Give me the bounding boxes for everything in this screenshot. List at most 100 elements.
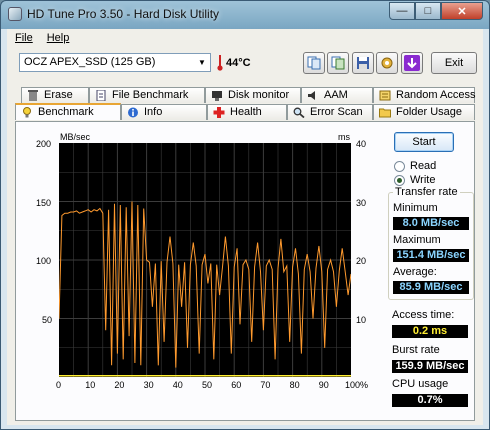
tab-label: Disk monitor bbox=[228, 89, 290, 101]
options-button[interactable] bbox=[376, 52, 398, 74]
tab-erase[interactable]: Erase bbox=[21, 87, 89, 103]
close-button[interactable]: ✕ bbox=[441, 2, 483, 20]
window-controls: — □ ✕ bbox=[389, 2, 483, 20]
copy-image-icon bbox=[331, 56, 345, 70]
copy-icon bbox=[307, 56, 321, 70]
info-icon bbox=[128, 107, 138, 118]
benchmark-panel: MB/sec ms 200 150 100 50 40 30 20 10 0 10… bbox=[15, 121, 475, 421]
tab-label: AAM bbox=[324, 89, 348, 101]
minimum-label: Minimum bbox=[393, 202, 438, 214]
maximum-value: 151.4 MB/sec bbox=[393, 249, 469, 262]
menu-file[interactable]: File bbox=[15, 32, 33, 47]
x-tick-label: 90 bbox=[318, 380, 329, 390]
copy-screenshot-button[interactable] bbox=[327, 52, 349, 74]
start-button[interactable]: Start bbox=[394, 132, 454, 152]
health-cross-icon bbox=[213, 107, 225, 118]
x-tick-label: 10 bbox=[85, 380, 96, 390]
tab-label: Folder Usage bbox=[396, 106, 463, 118]
maximum-label: Maximum bbox=[393, 234, 441, 246]
tab-random-access[interactable]: Random Access bbox=[373, 87, 475, 103]
tab-strip: Erase File Benchmark Disk monitor AAM Ra… bbox=[15, 87, 475, 121]
random-access-icon bbox=[379, 90, 391, 101]
tab-folder-usage[interactable]: Folder Usage bbox=[373, 104, 475, 120]
magnifier-icon bbox=[293, 107, 305, 118]
transfer-rate-group: Transfer rate Minimum 8.0 MB/sec Maximum… bbox=[388, 186, 474, 300]
y-tick-label: 100 bbox=[36, 256, 52, 266]
save-button[interactable] bbox=[352, 52, 374, 74]
menu-help[interactable]: Help bbox=[47, 32, 70, 47]
minimum-value: 8.0 MB/sec bbox=[393, 217, 469, 230]
tab-file-benchmark[interactable]: File Benchmark bbox=[89, 87, 205, 103]
tab-label: Random Access bbox=[396, 89, 476, 101]
app-window: HD Tune Pro 3.50 - Hard Disk Utility — □… bbox=[0, 0, 490, 430]
tab-aam[interactable]: AAM bbox=[301, 87, 373, 103]
y2-axis-title: ms bbox=[338, 132, 350, 142]
wrench-icon bbox=[381, 57, 393, 69]
read-radio-dot[interactable] bbox=[394, 161, 405, 172]
x-tick-label: 50 bbox=[202, 380, 213, 390]
toolbar: OCZ APEX_SSD (125 GB) ▼ 44°C Exit bbox=[7, 49, 483, 77]
trash-icon bbox=[28, 90, 38, 101]
monitor-icon bbox=[212, 91, 222, 101]
lightbulb-icon bbox=[23, 107, 31, 118]
tab-label: Erase bbox=[44, 89, 73, 101]
tab-health[interactable]: Health bbox=[207, 104, 287, 120]
read-radio[interactable]: Read bbox=[394, 160, 474, 173]
x-tick-label: 20 bbox=[114, 380, 125, 390]
y2-tick-label: 40 bbox=[356, 139, 367, 149]
tab-label: Health bbox=[230, 106, 262, 118]
minimize-button[interactable]: — bbox=[389, 2, 415, 20]
tab-info[interactable]: Info bbox=[121, 104, 207, 120]
tab-benchmark[interactable]: Benchmark bbox=[15, 103, 121, 120]
results-column: Start Read Write Transfer rate Minimum 8… bbox=[388, 122, 474, 422]
tab-label: Error Scan bbox=[310, 106, 363, 118]
client-area: File Help OCZ APEX_SSD (125 GB) ▼ 44°C E… bbox=[7, 29, 483, 425]
y-tick-label: 150 bbox=[36, 198, 52, 208]
x-tick-label: 0 bbox=[56, 380, 62, 390]
y2-tick-label: 20 bbox=[356, 256, 367, 266]
chart-svg bbox=[58, 143, 352, 377]
x-tick-label: 40 bbox=[172, 380, 183, 390]
update-button[interactable] bbox=[401, 52, 423, 74]
copy-text-button[interactable] bbox=[303, 52, 325, 74]
window-title: HD Tune Pro 3.50 - Hard Disk Utility bbox=[27, 7, 220, 21]
x-tick-label: 80 bbox=[289, 380, 300, 390]
y-axis-title: MB/sec bbox=[60, 132, 91, 142]
x-tick-label: 60 bbox=[231, 380, 242, 390]
menu-bar: File Help bbox=[7, 29, 483, 47]
tab-label: Info bbox=[144, 106, 163, 118]
y-tick-label: 200 bbox=[36, 139, 52, 149]
speaker-icon bbox=[308, 91, 315, 100]
y2-tick-label: 10 bbox=[356, 315, 367, 325]
y2-tick-label: 30 bbox=[356, 198, 367, 208]
thermometer-icon bbox=[217, 55, 223, 71]
title-bar[interactable]: HD Tune Pro 3.50 - Hard Disk Utility — □… bbox=[1, 1, 489, 29]
maximize-button[interactable]: □ bbox=[415, 2, 441, 20]
drive-select-value: OCZ APEX_SSD (125 GB) bbox=[24, 56, 156, 68]
access-time-label: Access time: bbox=[392, 309, 455, 321]
x-tick-label: 30 bbox=[143, 380, 154, 390]
tab-error-scan[interactable]: Error Scan bbox=[287, 104, 373, 120]
burst-rate-label: Burst rate bbox=[392, 344, 440, 356]
chevron-down-icon[interactable]: ▼ bbox=[196, 56, 208, 69]
tab-label: File Benchmark bbox=[112, 89, 189, 101]
read-radio-label: Read bbox=[410, 160, 437, 172]
x-tick-label: 70 bbox=[260, 380, 271, 390]
document-icon bbox=[96, 90, 106, 101]
tab-disk-monitor[interactable]: Disk monitor bbox=[205, 87, 301, 103]
average-value: 85.9 MB/sec bbox=[393, 281, 469, 294]
floppy-disk-icon bbox=[357, 57, 369, 69]
exit-button[interactable]: Exit bbox=[431, 52, 477, 74]
burst-rate-value: 159.9 MB/sec bbox=[392, 360, 468, 373]
folder-icon bbox=[379, 108, 391, 118]
cpu-usage-value: 0.7% bbox=[392, 394, 468, 407]
download-arrow-icon bbox=[404, 55, 420, 71]
tab-label: Benchmark bbox=[38, 106, 94, 118]
y-tick-label: 50 bbox=[42, 315, 53, 325]
drive-select[interactable]: OCZ APEX_SSD (125 GB) ▼ bbox=[19, 53, 211, 72]
transfer-chart bbox=[58, 143, 352, 377]
access-time-value: 0.2 ms bbox=[392, 325, 468, 338]
write-radio-dot[interactable] bbox=[394, 175, 405, 186]
app-icon bbox=[8, 7, 22, 21]
transfer-rate-title: Transfer rate bbox=[393, 186, 460, 198]
